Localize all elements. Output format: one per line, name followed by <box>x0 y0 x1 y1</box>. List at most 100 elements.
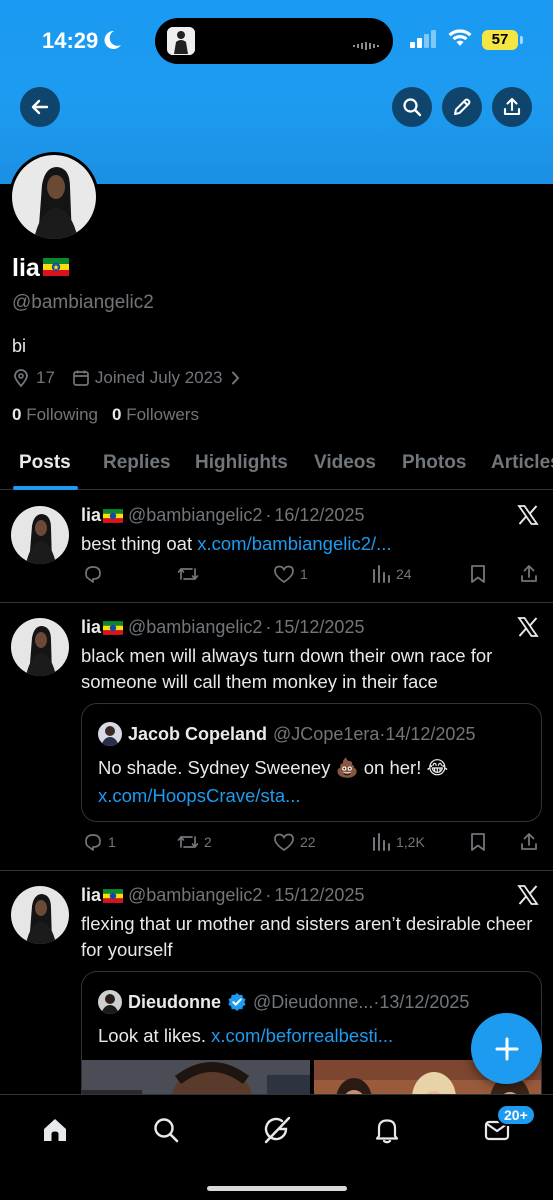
tab-photos[interactable]: Photos <box>402 452 466 474</box>
post-author-name[interactable]: lia <box>81 505 101 526</box>
reply-icon <box>85 566 101 583</box>
like-count: 1 <box>300 566 308 582</box>
post-date[interactable]: 15/12/2025 <box>274 885 364 906</box>
quoted-post-body: Look at likes. <box>98 1025 212 1046</box>
post-author-handle[interactable]: @bambiangelic2 <box>128 617 262 638</box>
search-icon <box>154 1118 179 1143</box>
search-icon <box>403 98 422 117</box>
post-avatar[interactable] <box>11 618 69 676</box>
post-avatar[interactable] <box>11 506 69 564</box>
search-button[interactable] <box>392 87 432 127</box>
views-button[interactable]: 24 <box>371 564 412 584</box>
post-date[interactable]: 15/12/2025 <box>274 617 364 638</box>
quoted-post-date[interactable]: 13/12/2025 <box>379 992 469 1013</box>
tab-videos[interactable]: Videos <box>314 452 376 474</box>
location-icon <box>12 369 30 387</box>
bookmark-button[interactable] <box>469 832 487 852</box>
moon-icon <box>104 30 122 55</box>
bell-icon <box>375 1119 399 1144</box>
profile-avatar[interactable] <box>9 152 99 242</box>
following-count: 0 <box>12 405 22 424</box>
quoted-author-name[interactable]: Dieudonne <box>128 992 221 1013</box>
followers-link[interactable]: 0 Followers <box>112 405 199 425</box>
quoted-author-avatar[interactable] <box>98 990 122 1014</box>
profile-joined[interactable]: Joined July 2023 <box>95 368 223 388</box>
tab-replies[interactable]: Replies <box>103 452 171 474</box>
post-avatar[interactable] <box>11 886 69 944</box>
quoted-post[interactable]: Jacob Copeland @JCope1era · 14/12/2025 N… <box>81 703 542 822</box>
quoted-author-name[interactable]: Jacob Copeland <box>128 724 267 745</box>
reply-button[interactable] <box>83 564 108 584</box>
views-button[interactable]: 1,2K <box>371 832 425 852</box>
post[interactable]: lia @bambiangelic2 · 15/12/2025 flexing … <box>0 871 553 1111</box>
nav-notifications[interactable] <box>370 1113 404 1147</box>
tab-articles[interactable]: Articles <box>491 452 553 474</box>
quoted-post-date[interactable]: 14/12/2025 <box>385 724 475 745</box>
active-tab-indicator <box>13 486 78 490</box>
edit-button[interactable] <box>442 87 482 127</box>
quoted-author-avatar[interactable] <box>98 722 122 746</box>
follow-stats: 0 Following 0 Followers <box>12 405 199 425</box>
now-playing-thumbnail <box>167 27 195 55</box>
pencil-icon <box>454 98 471 115</box>
grok-icon <box>264 1116 291 1144</box>
post-header: lia @bambiangelic2 · 15/12/2025 <box>81 617 364 638</box>
profile-name-text: lia <box>12 254 40 282</box>
analytics-icon <box>373 565 390 583</box>
quoted-post-link[interactable]: x.com/beforrealbesti... <box>211 1025 393 1046</box>
like-button[interactable]: 22 <box>273 832 316 852</box>
like-button[interactable]: 1 <box>273 564 308 584</box>
nav-grok[interactable] <box>260 1113 294 1147</box>
compose-post-button[interactable] <box>471 1013 542 1084</box>
heart-icon <box>274 833 294 852</box>
analytics-icon <box>373 833 390 851</box>
repost-count: 2 <box>204 834 212 850</box>
reply-button[interactable]: 1 <box>83 832 116 852</box>
ethiopia-flag-icon <box>103 508 124 523</box>
quoted-author-handle[interactable]: @JCope1era <box>273 724 379 745</box>
share-post-button[interactable] <box>519 832 539 852</box>
quoted-post-text: Look at likes. x.com/beforrealbesti... <box>98 1022 528 1050</box>
home-indicator[interactable] <box>207 1186 347 1191</box>
bookmark-button[interactable] <box>469 564 487 584</box>
view-count: 24 <box>396 566 412 582</box>
post-author-handle[interactable]: @bambiangelic2 <box>128 505 262 526</box>
nav-home[interactable] <box>38 1113 72 1147</box>
post-author-name[interactable]: lia <box>81 617 101 638</box>
x-logo-icon[interactable] <box>517 616 539 643</box>
post[interactable]: lia @bambiangelic2 · 15/12/2025 black me… <box>0 603 553 871</box>
heart-icon <box>274 565 294 584</box>
post-header: lia @bambiangelic2 · 16/12/2025 <box>81 505 364 526</box>
nav-search[interactable] <box>149 1113 183 1147</box>
post-text: black men will always turn down their ow… <box>81 645 493 692</box>
post-author-name[interactable]: lia <box>81 885 101 906</box>
profile-tabs: Posts Replies Highlights Videos Photos A… <box>0 446 553 490</box>
back-button[interactable] <box>20 87 60 127</box>
plus-icon <box>495 1037 518 1060</box>
tab-highlights[interactable]: Highlights <box>195 452 288 474</box>
dynamic-island[interactable] <box>155 18 393 64</box>
post[interactable]: lia @bambiangelic2 · 16/12/2025 best thi… <box>0 491 553 603</box>
like-count: 22 <box>300 834 316 850</box>
chevron-right-icon[interactable] <box>231 371 240 385</box>
audio-waveform-icon <box>353 38 381 56</box>
x-logo-icon[interactable] <box>517 504 539 531</box>
post-link[interactable]: x.com/bambiangelic2/... <box>197 533 391 554</box>
separator-dot: · <box>265 885 272 905</box>
status-bar: 14:29 57 <box>0 0 553 84</box>
bookmark-icon <box>471 833 485 851</box>
quoted-post-link[interactable]: x.com/HoopsCrave/sta... <box>98 785 301 806</box>
share-icon <box>521 565 537 582</box>
quoted-author-handle[interactable]: @Dieudonne... <box>253 992 373 1013</box>
post-author-handle[interactable]: @bambiangelic2 <box>128 885 262 906</box>
repost-button[interactable] <box>177 564 204 584</box>
tab-posts[interactable]: Posts <box>19 452 71 474</box>
following-link[interactable]: 0 Following <box>12 405 98 425</box>
x-logo-icon[interactable] <box>517 884 539 911</box>
view-count: 1,2K <box>396 834 425 850</box>
profile-bio: bi <box>12 336 27 356</box>
post-date[interactable]: 16/12/2025 <box>274 505 364 526</box>
share-button[interactable] <box>492 87 532 127</box>
share-post-button[interactable] <box>519 564 539 584</box>
repost-button[interactable]: 2 <box>177 832 212 852</box>
